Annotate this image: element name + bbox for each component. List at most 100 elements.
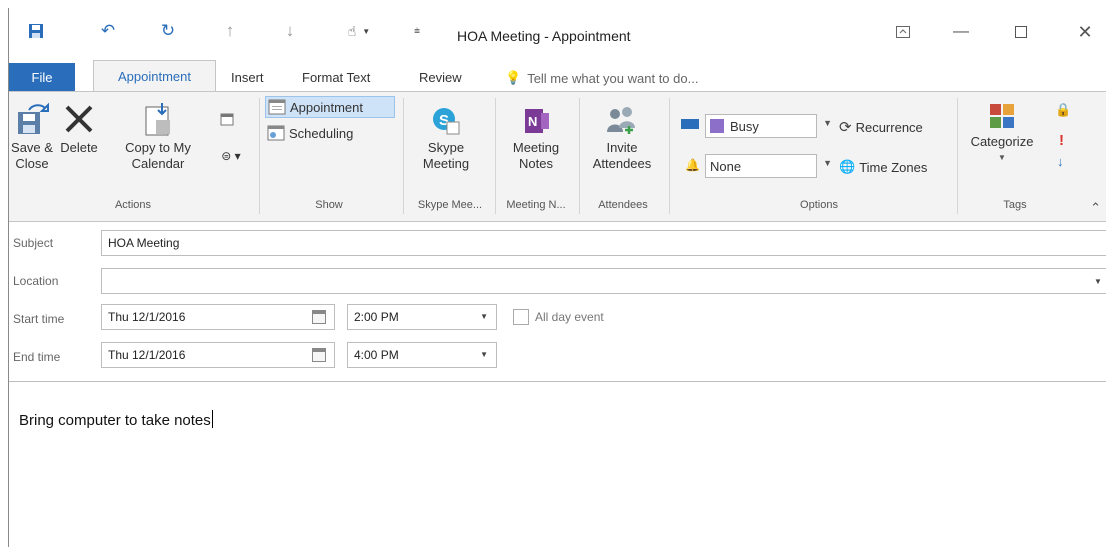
skype-meeting-button[interactable]: S Skype Meeting — [411, 106, 481, 172]
end-date-input[interactable]: Thu 12/1/2016 — [101, 342, 335, 368]
show-as-icon — [681, 119, 699, 129]
lightbulb-icon: 💡 — [505, 70, 522, 85]
separator — [403, 98, 404, 214]
ribbon: Save & Close Delete Copy to My Calendar … — [9, 91, 1106, 222]
busy-color-swatch — [710, 119, 724, 133]
subject-input[interactable]: HOA Meeting — [101, 230, 1106, 256]
start-time-value: 2:00 PM — [354, 310, 399, 324]
body-text-line: Bring computer to take notes — [19, 410, 213, 429]
close-icon[interactable]: ✕ — [1065, 20, 1105, 44]
separator — [579, 98, 580, 214]
group-label-show: Show — [315, 199, 343, 211]
more-actions-button[interactable]: ⊜ ▾ — [211, 148, 251, 164]
recurrence-icon: ⟳ — [839, 119, 852, 136]
all-day-label: All day event — [535, 310, 604, 324]
collapse-ribbon-icon[interactable]: ⌃ — [1090, 200, 1101, 216]
skype-label-1: Skype — [427, 140, 465, 155]
recurrence-button[interactable]: ⟳ Recurrence — [839, 116, 923, 138]
reminder-bell-icon: 🔔 — [685, 158, 700, 172]
tell-me-box[interactable]: 💡 Tell me what you want to do... — [505, 70, 698, 86]
chevron-down-icon: ▼ — [480, 350, 488, 359]
end-time-label: End time — [13, 350, 61, 364]
location-label: Location — [13, 274, 59, 288]
group-label-skype: Skype Mee... — [417, 199, 483, 211]
separator — [495, 98, 496, 214]
tab-review[interactable]: Review — [419, 70, 462, 85]
group-label-attendees: Attendees — [598, 199, 648, 211]
reminder-value: None — [710, 158, 742, 174]
tab-format-text[interactable]: Format Text — [302, 70, 370, 85]
private-lock-icon[interactable]: 🔒 — [1055, 102, 1071, 118]
scheduling-view-label: Scheduling — [289, 125, 354, 141]
more-actions-icon: ⊜ ▾ — [221, 149, 241, 163]
next-item-icon[interactable]: ↓ — [277, 18, 303, 44]
meeting-notes-button[interactable]: N Meeting Notes — [501, 106, 571, 172]
save-close-button[interactable]: Save & Close — [9, 102, 55, 172]
title-bar: ↶ ↻ ↑ ↓ ☝ ▼ ⩧ HOA Meeting - Appointment … — [9, 8, 1106, 56]
skype-label-2: Meeting — [422, 156, 470, 171]
delete-button[interactable]: Delete — [55, 102, 103, 156]
appointment-view-label: Appointment — [290, 99, 363, 115]
previous-item-icon[interactable]: ↑ — [217, 18, 243, 44]
touch-mode-icon[interactable]: ☝ ▼ — [339, 18, 379, 44]
start-time-select[interactable]: 2:00 PM ▼ — [347, 304, 497, 330]
tab-file[interactable]: File — [9, 63, 75, 91]
chevron-down-icon: ▼ — [823, 118, 832, 128]
scheduling-view-button[interactable]: Scheduling — [267, 122, 353, 144]
group-label-options: Options — [800, 199, 838, 211]
location-dropdown-icon[interactable]: ▼ — [1094, 277, 1102, 286]
group-label-actions: Actions — [114, 199, 152, 211]
separator — [669, 98, 670, 214]
delete-icon — [65, 105, 93, 133]
show-as-select[interactable]: Busy ▼ — [705, 114, 832, 138]
minimize-icon[interactable]: — — [941, 20, 981, 44]
chevron-down-icon: ▼ — [823, 158, 832, 168]
copy-label-2: Calendar — [131, 156, 185, 171]
svg-text:N: N — [528, 114, 537, 129]
tab-appointment[interactable]: Appointment — [93, 60, 216, 91]
scheduling-icon — [267, 125, 285, 141]
invite-attendees-icon — [607, 107, 635, 134]
time-zones-button[interactable]: 🌐 Time Zones — [839, 156, 927, 178]
start-date-input[interactable]: Thu 12/1/2016 — [101, 304, 335, 330]
all-day-checkbox[interactable] — [513, 309, 529, 325]
maximize-icon[interactable] — [1001, 20, 1041, 44]
location-input[interactable] — [101, 268, 1106, 294]
categorize-label: Categorize — [970, 134, 1034, 149]
separator — [957, 98, 958, 214]
redo-icon[interactable]: ↻ — [155, 18, 181, 44]
forward-small-button[interactable] — [217, 112, 237, 130]
appointment-view-icon — [268, 99, 286, 115]
save-close-label-2: Close — [15, 156, 49, 171]
onenote-icon: N — [525, 109, 549, 133]
meeting-notes-label-1: Meeting — [512, 140, 560, 155]
tab-insert[interactable]: Insert — [231, 70, 264, 85]
reminder-select[interactable]: None ▼ — [705, 154, 832, 178]
chevron-down-icon: ▼ — [480, 312, 488, 321]
ribbon-display-options-icon[interactable] — [883, 20, 923, 44]
high-importance-icon[interactable]: ! — [1059, 132, 1064, 149]
end-time-select[interactable]: 4:00 PM ▼ — [347, 342, 497, 368]
copy-to-my-calendar-button[interactable]: Copy to My Calendar — [103, 102, 213, 172]
group-label-tags: Tags — [1003, 199, 1027, 211]
show-as-value: Busy — [730, 118, 759, 134]
calendar-icon[interactable] — [312, 310, 326, 324]
window-title: HOA Meeting - Appointment — [457, 28, 631, 44]
appointment-body-editor[interactable]: Bring computer to take notes — [9, 381, 1106, 547]
calendar-icon[interactable] — [312, 348, 326, 362]
ribbon-tabs: File Appointment Insert Format Text Revi… — [9, 58, 1106, 91]
undo-icon[interactable]: ↶ — [95, 18, 121, 44]
categorize-dropdown-icon: ▼ — [998, 153, 1006, 162]
end-date-value: Thu 12/1/2016 — [108, 348, 186, 362]
save-icon[interactable] — [23, 18, 49, 44]
globe-icon: 🌐 — [839, 159, 856, 174]
invite-label-2: Attendees — [592, 156, 652, 171]
appointment-view-button[interactable]: Appointment — [265, 96, 395, 118]
group-label-meeting-notes: Meeting N... — [506, 199, 566, 211]
customize-icon[interactable]: ⩧ — [407, 18, 427, 44]
invite-attendees-button[interactable]: Invite Attendees — [585, 106, 659, 172]
start-date-value: Thu 12/1/2016 — [108, 310, 186, 324]
categorize-button[interactable]: Categorize ▼ — [961, 102, 1043, 166]
copy-label-1: Copy to My — [125, 140, 191, 155]
low-importance-icon[interactable]: ↓ — [1057, 154, 1064, 169]
